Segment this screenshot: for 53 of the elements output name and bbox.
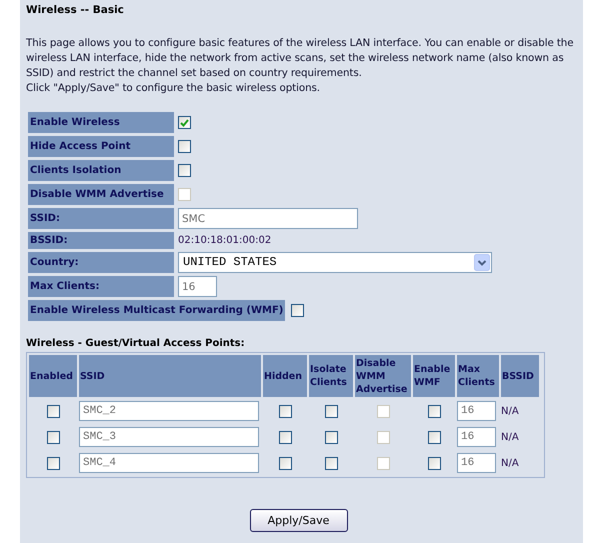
setting-label: Enable Wireless bbox=[28, 112, 174, 133]
ssid-field[interactable]: SMC_2 bbox=[79, 401, 259, 421]
checkbox[interactable] bbox=[46, 404, 60, 418]
setting-label: Disable WMM Advertise bbox=[28, 184, 174, 205]
checkbox[interactable] bbox=[428, 456, 440, 470]
checkbox[interactable] bbox=[178, 164, 191, 177]
column-header: Disable WMM Advertise bbox=[355, 355, 411, 397]
max-clients-field[interactable]: 16 bbox=[457, 401, 496, 421]
column-header: Hidden bbox=[263, 355, 307, 397]
column-header: Max Clients bbox=[457, 355, 499, 397]
setting-label: BSSID: bbox=[28, 232, 174, 249]
bssid-value: N/A bbox=[501, 458, 519, 468]
checkbox[interactable] bbox=[428, 404, 440, 418]
description-text: Click "Apply/Save" to configure the basic wireless options. bbox=[26, 81, 321, 96]
checkbox[interactable] bbox=[278, 404, 292, 418]
bssid-value: N/A bbox=[501, 432, 519, 442]
section-title: Wireless - Guest/Virtual Access Points: bbox=[26, 337, 246, 350]
checkbox[interactable] bbox=[278, 430, 292, 444]
checkbox[interactable] bbox=[324, 404, 338, 418]
max-clients-field[interactable]: 16 bbox=[457, 427, 496, 447]
checkbox[interactable] bbox=[178, 140, 191, 153]
setting-label: Enable Wireless Multicast Forwarding (WMF) bbox=[28, 300, 286, 321]
checkbox[interactable] bbox=[324, 456, 338, 470]
description-text: This page allows you to configure basic features of the wireless LAN interface. You can enable or disable the wireless LAN interface, hide the network from active scans, set the wireless network name (also known as SSID) and restrict the channel set based on country requirements. bbox=[26, 36, 574, 81]
checkbox[interactable] bbox=[178, 116, 191, 129]
checkbox[interactable] bbox=[291, 304, 304, 317]
checkbox[interactable] bbox=[428, 430, 440, 444]
column-header: Isolate Clients bbox=[309, 355, 353, 397]
country-select[interactable]: UNITED STATES bbox=[178, 252, 492, 273]
bssid-value: N/A bbox=[501, 406, 519, 416]
ssid-field[interactable]: SMC_4 bbox=[79, 453, 259, 473]
ssid-field[interactable]: SMC_3 bbox=[79, 427, 259, 447]
setting-label: Clients Isolation bbox=[28, 160, 174, 181]
setting-label: SSID: bbox=[28, 208, 174, 229]
column-header: Enabled bbox=[29, 355, 77, 397]
bssid-value: 02:10:18:01:00:02 bbox=[178, 234, 272, 247]
setting-label: Country: bbox=[28, 252, 174, 273]
column-header: SSID bbox=[79, 355, 261, 397]
max-clients-field[interactable]: 16 bbox=[457, 453, 496, 473]
checkbox[interactable] bbox=[278, 456, 292, 470]
chevron-down-icon bbox=[474, 254, 490, 271]
checkbox[interactable] bbox=[46, 430, 60, 444]
text-field[interactable]: SMC bbox=[178, 208, 358, 229]
column-header: Enable WMF bbox=[413, 355, 455, 397]
page-title: Wireless -- Basic bbox=[26, 4, 125, 17]
check-icon bbox=[180, 118, 189, 126]
setting-label: Max Clients: bbox=[28, 276, 174, 297]
apply-save-button[interactable]: Apply/Save bbox=[250, 509, 348, 532]
setting-label: Hide Access Point bbox=[28, 136, 174, 157]
checkbox[interactable] bbox=[46, 456, 60, 470]
text-field[interactable]: 16 bbox=[178, 276, 217, 297]
checkbox[interactable] bbox=[324, 430, 338, 444]
column-header: BSSID bbox=[501, 355, 539, 397]
